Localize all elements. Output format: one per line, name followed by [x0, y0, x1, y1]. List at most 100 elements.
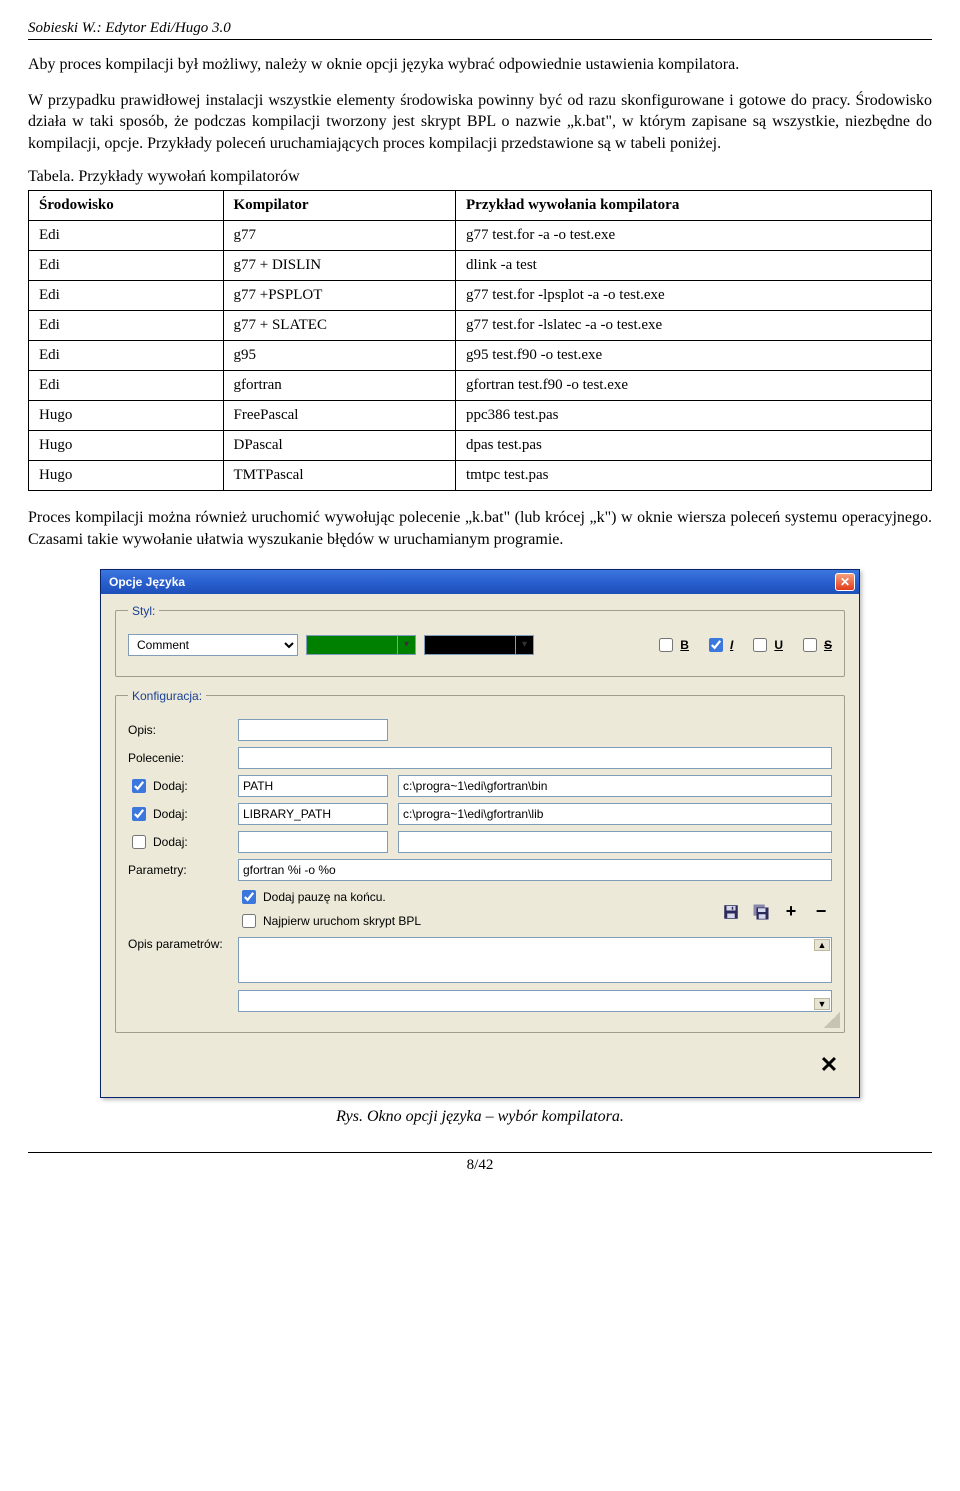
foreground-color-picker[interactable] [306, 635, 416, 655]
parametry-input[interactable] [238, 859, 832, 881]
table-row: Edigfortrangfortran test.f90 -o test.exe [29, 371, 932, 401]
save-all-button[interactable] [750, 901, 772, 923]
compilers-table: ŚrodowiskoKompilatorPrzykład wywołania k… [28, 190, 932, 491]
dodaj-label: Dodaj: [153, 779, 188, 793]
pause-checkbox[interactable]: Dodaj pauzę na końcu. [238, 887, 421, 907]
opis-input[interactable] [238, 719, 388, 741]
page-number: 8/42 [28, 1152, 932, 1174]
table-cell: gfortran [223, 371, 456, 401]
underline-checkbox[interactable]: U [749, 635, 783, 655]
env-name-input[interactable] [238, 803, 388, 825]
table-cell: g95 [223, 341, 456, 371]
env-value-input[interactable] [398, 775, 832, 797]
polecenie-input[interactable] [238, 747, 832, 769]
save-button[interactable] [720, 901, 742, 923]
chevron-down-icon [397, 636, 415, 654]
table-cell: g77 + DISLIN [223, 251, 456, 281]
table-cell: dpas test.pas [456, 431, 932, 461]
table-header: Kompilator [223, 191, 456, 221]
config-legend: Konfiguracja: [128, 689, 206, 703]
parametry-label: Parametry: [128, 863, 228, 877]
remove-button[interactable]: − [810, 901, 832, 923]
dodaj-label: Dodaj: [153, 835, 188, 849]
table-cell: Hugo [29, 401, 224, 431]
table-cell: g95 test.f90 -o test.exe [456, 341, 932, 371]
table-row: Edig77 +PSPLOTg77 test.for -lpsplot -a -… [29, 281, 932, 311]
figure-caption: Rys. Okno opcji języka – wybór kompilato… [28, 1108, 932, 1126]
polecenie-label: Polecenie: [128, 751, 228, 765]
opis-param-label: Opis parametrów: [128, 937, 228, 951]
opis-param-textarea[interactable] [238, 937, 832, 983]
italic-label: I [730, 638, 733, 652]
page-header: Sobieski W.: Edytor Edi/Hugo 3.0 [28, 20, 932, 40]
bpl-first-checkbox[interactable]: Najpierw uruchom skrypt BPL [238, 911, 421, 931]
table-cell: Edi [29, 251, 224, 281]
table-row: HugoTMTPascaltmtpc test.pas [29, 461, 932, 491]
bpl-first-label: Najpierw uruchom skrypt BPL [263, 914, 421, 928]
table-cell: ppc386 test.pas [456, 401, 932, 431]
ok-close-button[interactable]: ✕ [813, 1051, 845, 1079]
env-name-input[interactable] [238, 775, 388, 797]
bold-checkbox[interactable]: B [655, 635, 689, 655]
table-cell: g77 [223, 221, 456, 251]
opis-param-dropdown[interactable] [238, 990, 832, 1012]
table-row: Edig77 + DISLINdlink -a test [29, 251, 932, 281]
close-icon: ✕ [840, 575, 850, 589]
table-cell: g77 test.for -a -o test.exe [456, 221, 932, 251]
env-value-input[interactable] [398, 831, 832, 853]
resize-grip-icon [824, 1012, 840, 1028]
table-cell: tmtpc test.pas [456, 461, 932, 491]
floppy-icon [722, 903, 740, 921]
table-cell: Hugo [29, 461, 224, 491]
strike-label: S [824, 638, 832, 652]
table-cell: g77 test.for -lslatec -a -o test.exe [456, 311, 932, 341]
table-row: Edig77 + SLATECg77 test.for -lslatec -a … [29, 311, 932, 341]
bold-label: B [680, 638, 689, 652]
table-cell: DPascal [223, 431, 456, 461]
dialog-titlebar: Opcje Języka ✕ [101, 570, 859, 594]
paragraph-2: W przypadku prawidłowej instalacji wszys… [28, 90, 932, 155]
table-row: HugoDPascaldpas test.pas [29, 431, 932, 461]
style-select[interactable]: Comment [128, 634, 298, 656]
chevron-down-icon [515, 636, 533, 654]
table-cell: gfortran test.f90 -o test.exe [456, 371, 932, 401]
table-cell: Edi [29, 311, 224, 341]
background-color-picker[interactable] [424, 635, 534, 655]
table-cell: g77 + SLATEC [223, 311, 456, 341]
table-header: Środowisko [29, 191, 224, 221]
dodaj-checkbox[interactable]: Dodaj: [128, 832, 188, 852]
opis-label: Opis: [128, 723, 228, 737]
dialog-title: Opcje Języka [109, 575, 185, 589]
table-header: Przykład wywołania kompilatora [456, 191, 932, 221]
table-row: HugoFreePascalppc386 test.pas [29, 401, 932, 431]
table-cell: TMTPascal [223, 461, 456, 491]
floppy-stack-icon [752, 903, 770, 921]
language-options-dialog: Opcje Języka ✕ Styl: Comment B I U S Ko [100, 569, 860, 1098]
pause-label: Dodaj pauzę na końcu. [263, 890, 386, 904]
env-value-input[interactable] [398, 803, 832, 825]
table-cell: Edi [29, 371, 224, 401]
env-name-input[interactable] [238, 831, 388, 853]
table-caption: Tabela. Przykłady wywołań kompilatorów [28, 168, 932, 186]
config-group: Konfiguracja: Opis: Polecenie: Dodaj: Dod… [115, 689, 845, 1033]
dodaj-checkbox[interactable]: Dodaj: [128, 776, 188, 796]
underline-label: U [774, 638, 783, 652]
add-button[interactable]: + [780, 901, 802, 923]
dialog-close-button[interactable]: ✕ [835, 573, 855, 591]
table-cell: Edi [29, 281, 224, 311]
dodaj-label: Dodaj: [153, 807, 188, 821]
close-icon: ✕ [820, 1052, 838, 1078]
table-cell: g77 +PSPLOT [223, 281, 456, 311]
table-cell: Edi [29, 221, 224, 251]
style-legend: Styl: [128, 604, 159, 618]
dodaj-checkbox[interactable]: Dodaj: [128, 804, 188, 824]
paragraph-3: Proces kompilacji można również uruchomi… [28, 507, 932, 550]
table-row: Edig77g77 test.for -a -o test.exe [29, 221, 932, 251]
italic-checkbox[interactable]: I [705, 635, 733, 655]
table-cell: FreePascal [223, 401, 456, 431]
table-cell: Edi [29, 341, 224, 371]
strike-checkbox[interactable]: S [799, 635, 832, 655]
table-cell: dlink -a test [456, 251, 932, 281]
table-cell: Hugo [29, 431, 224, 461]
paragraph-1: Aby proces kompilacji był możliwy, należ… [28, 54, 932, 76]
